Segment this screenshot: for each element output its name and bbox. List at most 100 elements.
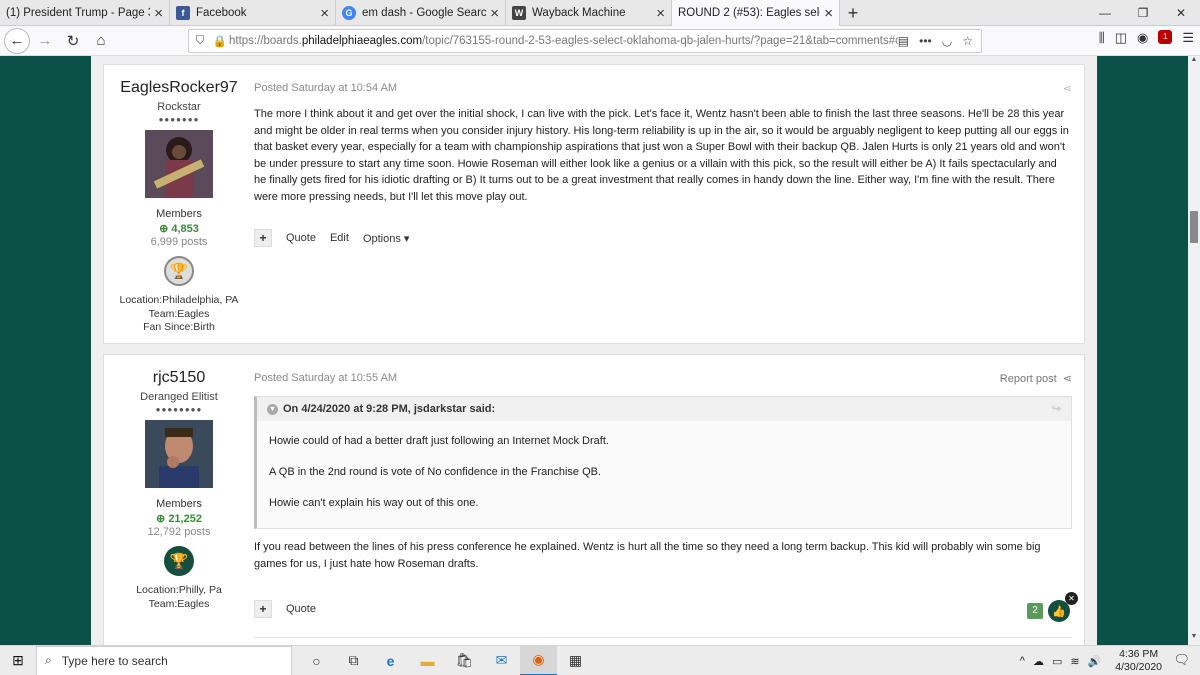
ublock-extension-icon[interactable]: 1 — [1158, 30, 1173, 44]
tab-facebook[interactable]: f Facebook × — [170, 0, 336, 26]
reputation-value: 21,252 — [168, 513, 202, 525]
close-icon[interactable]: × — [320, 6, 329, 21]
post-count: 6,999 posts — [150, 236, 208, 248]
vertical-scrollbar[interactable]: ▲ ▼ — [1188, 56, 1200, 645]
post-count: 12,792 posts — [147, 526, 211, 538]
plus-circle-icon: ⊕ — [159, 223, 172, 235]
location: Location:Philadelphia, PA — [119, 294, 239, 306]
quote-button[interactable]: Quote — [286, 232, 316, 244]
like-count-badge[interactable]: 2 — [1027, 603, 1043, 619]
reader-view-icon[interactable]: ▤ — [898, 34, 909, 48]
author-rank: Rockstar — [157, 101, 201, 113]
tab-title: em dash - Google Search — [362, 7, 487, 19]
mail-icon[interactable]: ✉ — [483, 646, 520, 675]
thumbs-up-icon[interactable]: 👍 ✕ — [1048, 592, 1078, 622]
menu-hamburger-icon[interactable]: ☰ — [1182, 30, 1194, 46]
remove-reaction-icon[interactable]: ✕ — [1065, 592, 1078, 605]
forum-page: EaglesRocker97 Rockstar ●●●●●●● Members … — [91, 56, 1097, 645]
author-name[interactable]: rjc5150 — [104, 369, 254, 387]
share-icon[interactable]: ⋖ — [1063, 82, 1072, 95]
team: Team:Eagles — [148, 597, 210, 610]
rank-pips: ●●●●●●●● — [155, 405, 203, 414]
quote-button[interactable]: Quote — [286, 603, 316, 615]
tracking-shield-icon[interactable]: ⛉ — [189, 35, 211, 48]
scroll-up-arrow-icon[interactable]: ▲ — [1188, 56, 1200, 68]
bookmark-star-icon[interactable]: ☆ — [962, 34, 973, 48]
pocket-icon[interactable]: ◡ — [942, 34, 952, 48]
multiquote-plus-button[interactable]: + — [254, 600, 272, 618]
windows-start-icon[interactable]: ⊞ — [0, 646, 36, 675]
cortana-icon[interactable]: ○ — [298, 646, 335, 675]
sidebar-icon[interactable]: ◫ — [1115, 30, 1127, 46]
quote-header: ▼ On 4/24/2020 at 9:28 PM, jsdarkstar sai… — [257, 397, 1071, 421]
lock-icon[interactable]: 🔒 — [211, 34, 229, 48]
post-timestamp[interactable]: Posted Saturday at 10:55 AM — [254, 372, 1072, 384]
post-actions: + Quote — [254, 600, 316, 618]
scrollbar-thumb[interactable] — [1190, 211, 1198, 243]
trophy-icon[interactable]: 🏆 — [164, 256, 194, 286]
quote-line: Howie could of had a better draft just f… — [269, 435, 609, 447]
clock[interactable]: 4:36 PM 4/30/2020 — [1115, 648, 1162, 674]
url-domain: philadelphiaeagles.com — [301, 35, 423, 47]
post-timestamp[interactable]: Posted Saturday at 10:54 AM — [254, 82, 1072, 94]
calculator-icon[interactable]: ▦ — [557, 646, 594, 675]
wayback-icon: W — [512, 6, 526, 20]
close-icon[interactable]: × — [824, 6, 833, 21]
scroll-down-arrow-icon[interactable]: ▼ — [1188, 633, 1200, 645]
report-post-link[interactable]: Report post ⋖ — [1000, 372, 1072, 385]
address-bar[interactable]: ⛉ 🔒 https://boards.philadelphiaeagles.co… — [188, 29, 982, 53]
store-icon[interactable]: 🛍 — [446, 646, 483, 675]
taskbar-apps: ○ ⧉ e ▬ 🛍 ✉ ◉ ▦ — [298, 645, 594, 675]
task-view-icon[interactable]: ⧉ — [335, 646, 372, 675]
member-group: Members — [156, 498, 202, 510]
show-hidden-icons-icon[interactable]: ^ — [1020, 655, 1025, 667]
url-text[interactable]: https://boards.philadelphiaeagles.com/to… — [229, 35, 898, 47]
firefox-icon[interactable]: ◉ — [520, 645, 557, 675]
restore-icon[interactable]: ❐ — [1124, 0, 1162, 26]
author-name[interactable]: EaglesRocker97 — [104, 79, 254, 97]
library-icon[interactable]: ⫼ — [1099, 30, 1105, 46]
tab-president-trump[interactable]: (1) President Trump - Page 3004 - C × — [0, 0, 170, 26]
battery-icon[interactable]: ▭ — [1052, 655, 1062, 668]
back-arrow-icon[interactable]: ← — [4, 27, 30, 54]
wifi-icon[interactable]: ≋ — [1070, 655, 1079, 668]
new-tab-button[interactable]: + — [840, 0, 866, 26]
clock-date: 4/30/2020 — [1115, 661, 1162, 673]
onedrive-icon[interactable]: ☁ — [1033, 655, 1044, 668]
home-icon[interactable]: ⌂ — [88, 28, 114, 54]
tab-eagles-round2[interactable]: ROUND 2 (#53): Eagles select Oklah × — [672, 0, 840, 26]
forward-arrow-icon[interactable]: → — [32, 28, 58, 54]
forum-post: EaglesRocker97 Rockstar ●●●●●●● Members … — [103, 64, 1085, 344]
member-group: Members — [156, 208, 202, 220]
edge-icon[interactable]: e — [372, 646, 409, 675]
close-icon[interactable]: × — [656, 6, 665, 21]
account-icon[interactable]: ◉ — [1137, 30, 1148, 46]
fan-since: Fan Since:Birth — [143, 321, 215, 333]
tab-google-search[interactable]: G em dash - Google Search × — [336, 0, 506, 26]
file-explorer-icon[interactable]: ▬ — [409, 646, 446, 675]
multiquote-plus-button[interactable]: + — [254, 229, 272, 247]
avatar[interactable] — [145, 420, 213, 488]
avatar[interactable] — [145, 130, 213, 198]
options-button[interactable]: Options ▾ — [363, 232, 410, 245]
notification-center-icon[interactable]: 🗨 — [1173, 652, 1190, 668]
quote-attribution: On 4/24/2020 at 9:28 PM, jsdarkstar said… — [283, 403, 496, 415]
volume-icon[interactable]: 🔊 — [1088, 655, 1102, 668]
tab-wayback-machine[interactable]: W Wayback Machine × — [506, 0, 672, 26]
close-window-icon[interactable]: ✕ — [1162, 0, 1200, 26]
location: Location:Philly, Pa — [136, 584, 222, 596]
close-icon[interactable]: × — [154, 6, 163, 21]
collapse-chevron-icon[interactable]: ▼ — [267, 403, 278, 415]
quote-link-icon[interactable]: ↪ — [1052, 402, 1061, 415]
more-actions-icon[interactable]: ••• — [919, 34, 932, 48]
trophy-icon[interactable]: 🏆 — [164, 546, 194, 576]
reload-icon[interactable]: ↻ — [60, 28, 86, 54]
reputation: ⊕ 21,252 — [104, 512, 254, 525]
minimize-icon[interactable]: — — [1086, 0, 1124, 26]
taskbar-search-box[interactable]: ⌕ Type here to search — [36, 645, 292, 675]
edit-button[interactable]: Edit — [330, 232, 349, 244]
close-icon[interactable]: × — [490, 6, 499, 21]
quoted-post: ▼ On 4/24/2020 at 9:28 PM, jsdarkstar sai… — [254, 396, 1072, 529]
share-icon[interactable]: ⋖ — [1063, 373, 1072, 385]
quote-line: A QB in the 2nd round is vote of No conf… — [269, 466, 602, 478]
